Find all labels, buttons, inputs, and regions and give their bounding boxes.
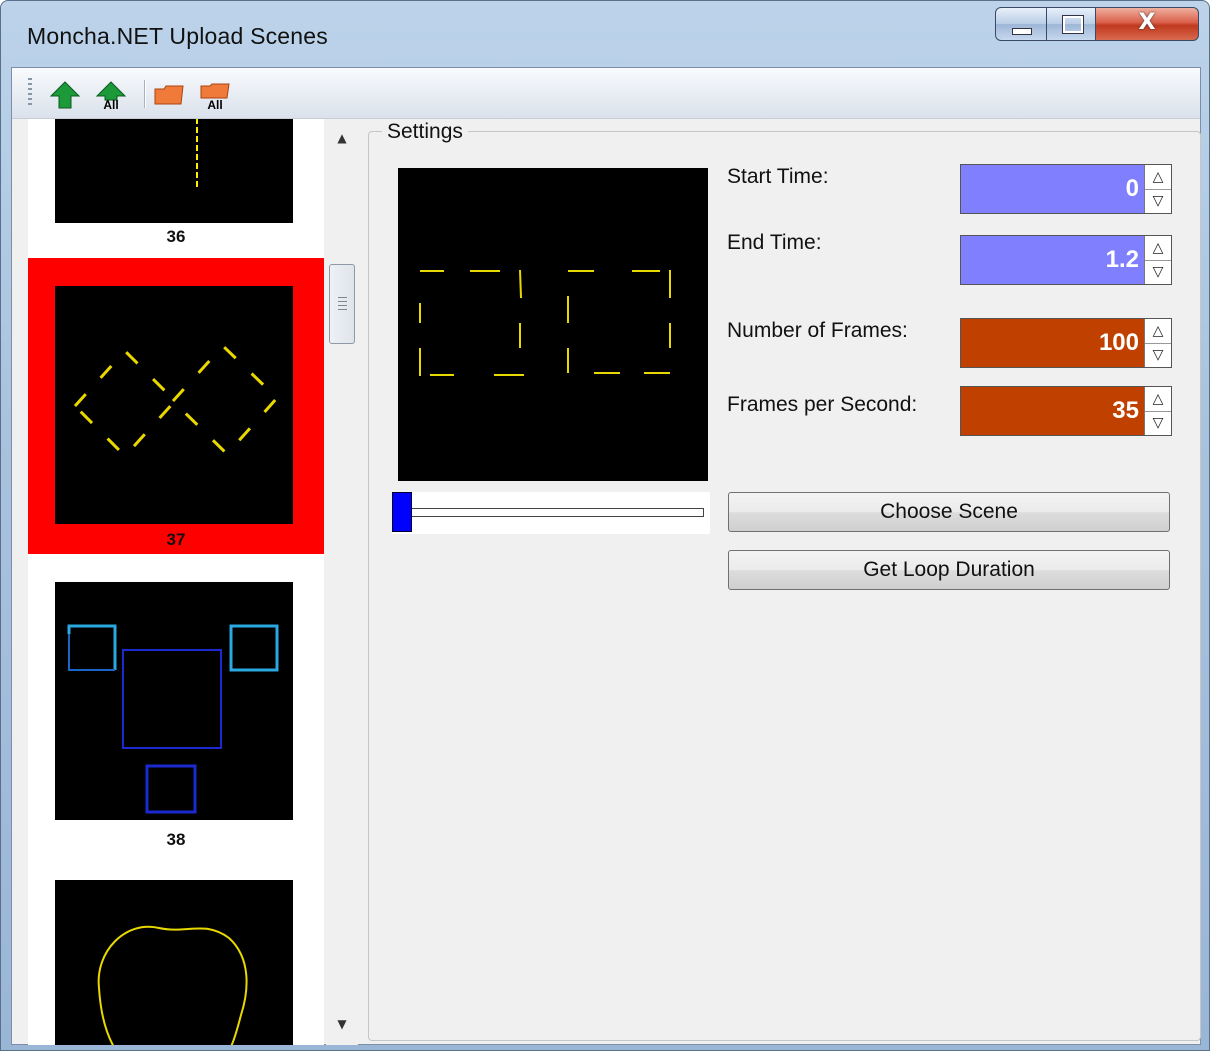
minimize-button[interactable] <box>995 7 1047 41</box>
thumbnail-scrollbar[interactable]: ▲ ▼ <box>326 119 358 1045</box>
scroll-down-icon[interactable]: ▼ <box>326 1017 358 1031</box>
frames-value: 100 <box>1098 329 1139 356</box>
get-loop-duration-button[interactable]: Get Loop Duration <box>728 550 1170 590</box>
title-bar[interactable]: Moncha.NET Upload Scenes X <box>1 1 1209 67</box>
toolbar-separator <box>144 80 146 108</box>
scroll-up-icon[interactable]: ▲ <box>326 131 358 145</box>
decrement-icon[interactable]: ▽ <box>1145 411 1171 435</box>
close-button[interactable]: X <box>1095 7 1199 41</box>
fps-input[interactable]: 35 △ ▽ <box>960 386 1172 436</box>
choose-scene-button[interactable]: Choose Scene <box>728 492 1170 532</box>
thumbnail-image <box>55 582 293 820</box>
scene-thumbnail-list[interactable]: 36 37 38 <box>28 119 324 1045</box>
scroll-grip-icon <box>338 297 347 311</box>
end-time-value: 1.2 <box>1105 246 1139 273</box>
thumbnail-label: 37 <box>166 530 186 549</box>
start-time-value: 0 <box>1125 175 1139 202</box>
decrement-icon[interactable]: ▽ <box>1145 343 1171 367</box>
increment-icon[interactable]: △ <box>1145 236 1171 261</box>
settings-group-title: Settings <box>382 120 468 144</box>
increment-icon[interactable]: △ <box>1145 165 1171 190</box>
thumbnail-image <box>55 119 293 223</box>
start-time-label: Start Time: <box>727 165 829 188</box>
thumbnail-item-39[interactable] <box>28 880 324 1045</box>
thumbnail-label: 36 <box>166 227 186 246</box>
thumbnail-item-36[interactable]: 36 <box>28 119 324 247</box>
folder-icon[interactable] <box>152 80 186 110</box>
folder-all-text: All <box>207 98 222 110</box>
frame-slider[interactable] <box>392 492 710 534</box>
toolbar: All All <box>12 68 1200 119</box>
frames-label: Number of Frames: <box>727 319 908 342</box>
frames-input[interactable]: 100 △ ▽ <box>960 318 1172 368</box>
upload-all-text: All <box>103 98 118 110</box>
scroll-thumb[interactable] <box>329 264 355 344</box>
slider-thumb[interactable] <box>392 492 412 532</box>
maximize-icon <box>1062 15 1084 34</box>
increment-icon[interactable]: △ <box>1145 319 1171 344</box>
decrement-icon[interactable]: ▽ <box>1145 189 1171 213</box>
thumbnail-item-37[interactable]: 37 <box>28 258 324 554</box>
fps-label: Frames per Second: <box>727 393 918 416</box>
upload-icon[interactable] <box>48 80 82 110</box>
end-time-input[interactable]: 1.2 △ ▽ <box>960 235 1172 285</box>
start-time-input[interactable]: 0 △ ▽ <box>960 164 1172 214</box>
maximize-button[interactable] <box>1046 7 1096 41</box>
upload-all-icon[interactable]: All <box>94 80 128 110</box>
app-window: Moncha.NET Upload Scenes X All All 36 37… <box>0 0 1210 1051</box>
toolbar-grip[interactable] <box>28 78 32 108</box>
minimize-icon <box>1012 28 1032 35</box>
thumbnail-label: 38 <box>166 830 186 849</box>
folder-all-icon[interactable]: All <box>198 80 232 110</box>
close-icon: X <box>1138 10 1156 35</box>
increment-icon[interactable]: △ <box>1145 387 1171 412</box>
thumbnail-image <box>55 286 293 524</box>
slider-track[interactable] <box>404 508 704 517</box>
scene-preview <box>398 168 708 481</box>
end-time-label: End Time: <box>727 231 822 254</box>
fps-value: 35 <box>1112 397 1139 424</box>
window-title: Moncha.NET Upload Scenes <box>27 23 328 49</box>
thumbnail-image <box>55 880 293 1045</box>
decrement-icon[interactable]: ▽ <box>1145 260 1171 284</box>
client-area: All All 36 37 38 ▲ ▼ Settings Start Time… <box>11 67 1201 1045</box>
thumbnail-item-38[interactable]: 38 <box>28 582 324 852</box>
